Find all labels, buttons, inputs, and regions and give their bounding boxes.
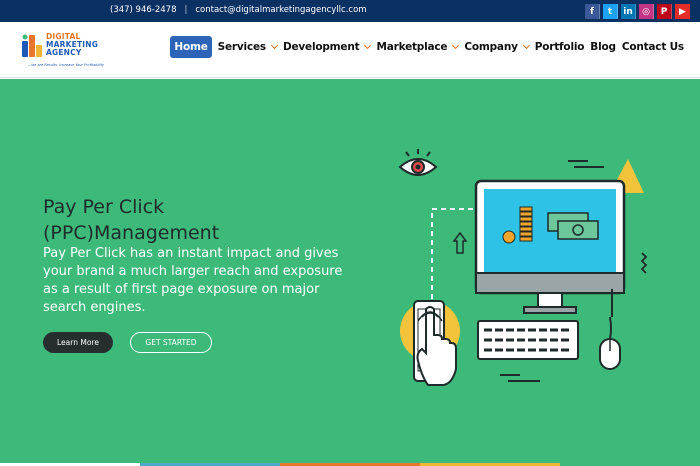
get-started-button[interactable]: GET STARTED [130,332,212,353]
nav-item-label: Marketplace [376,41,448,53]
site-header: DIGITAL MARKETING AGENCY ...we are Resul… [0,22,700,78]
mouse-icon [599,289,621,370]
keyboard-icon [477,320,579,360]
chevron-down-icon [270,41,278,50]
instagram-icon[interactable]: ◎ [639,4,654,19]
chevron-down-icon [452,41,460,50]
nav-item-company[interactable]: Company [464,36,530,58]
logo-line-3: AGENCY [46,48,82,57]
top-bar: (347) 946-2478 | contact@digitalmarketin… [0,0,700,22]
nav-item-development[interactable]: Development [282,36,372,58]
twitter-icon[interactable]: t [603,4,618,19]
facebook-icon[interactable]: f [585,4,600,19]
email-link[interactable]: contact@digitalmarketingagencyllc.com [195,5,366,15]
contact-info: (347) 946-2478 | contact@digitalmarketin… [110,5,367,15]
nav-item-label: Company [464,41,518,53]
logo-tagline: ...we are Results. Increase Your Profita… [28,63,105,67]
nav-item-label: Home [174,41,208,53]
learn-more-button[interactable]: Learn More [43,332,113,353]
nav-item-contact-us[interactable]: Contact Us [622,36,684,58]
monitor-icon [474,179,626,314]
nav-item-label: Blog [590,41,616,53]
chevron-down-icon [522,41,530,50]
pinterest-icon[interactable]: P [657,4,672,19]
decor-lines [568,160,604,168]
ppc-illustration [398,149,648,386]
nav-item-blog[interactable]: Blog [590,36,616,58]
nav-item-label: Services [217,41,267,53]
contact-separator: | [184,5,188,15]
youtube-icon[interactable]: ▶ [675,4,690,19]
nav-item-portfolio[interactable]: Portfolio [535,36,585,58]
hero-description: Pay Per Click has an instant impact and … [43,246,343,315]
eye-icon [398,149,438,176]
nav-item-home[interactable]: Home [170,36,212,58]
phone-link[interactable]: (347) 946-2478 [110,5,176,15]
nav-item-marketplace[interactable]: Marketplace [376,36,460,58]
hero-section: Pay Per Click (PPC)Management Pay Per Cl… [0,79,700,463]
site-logo[interactable]: DIGITAL MARKETING AGENCY ...we are Resul… [22,31,112,67]
chevron-down-icon [364,41,372,50]
up-arrow-icon [452,231,468,254]
social-links: f t in ◎ P ▶ [585,4,690,19]
logo-mark-icon [22,34,42,57]
nav-item-services[interactable]: Services [217,36,278,58]
main-navigation: Home Services Development Marketplace Compan… [170,36,684,58]
nav-item-label: Development [282,41,360,53]
nav-item-label: Contact Us [621,41,684,53]
nav-item-label: Portfolio [534,41,585,53]
linkedin-icon[interactable]: in [621,4,636,19]
hero-title: Pay Per Click (PPC)Management [43,196,220,244]
hand-phone-icon [400,300,460,386]
